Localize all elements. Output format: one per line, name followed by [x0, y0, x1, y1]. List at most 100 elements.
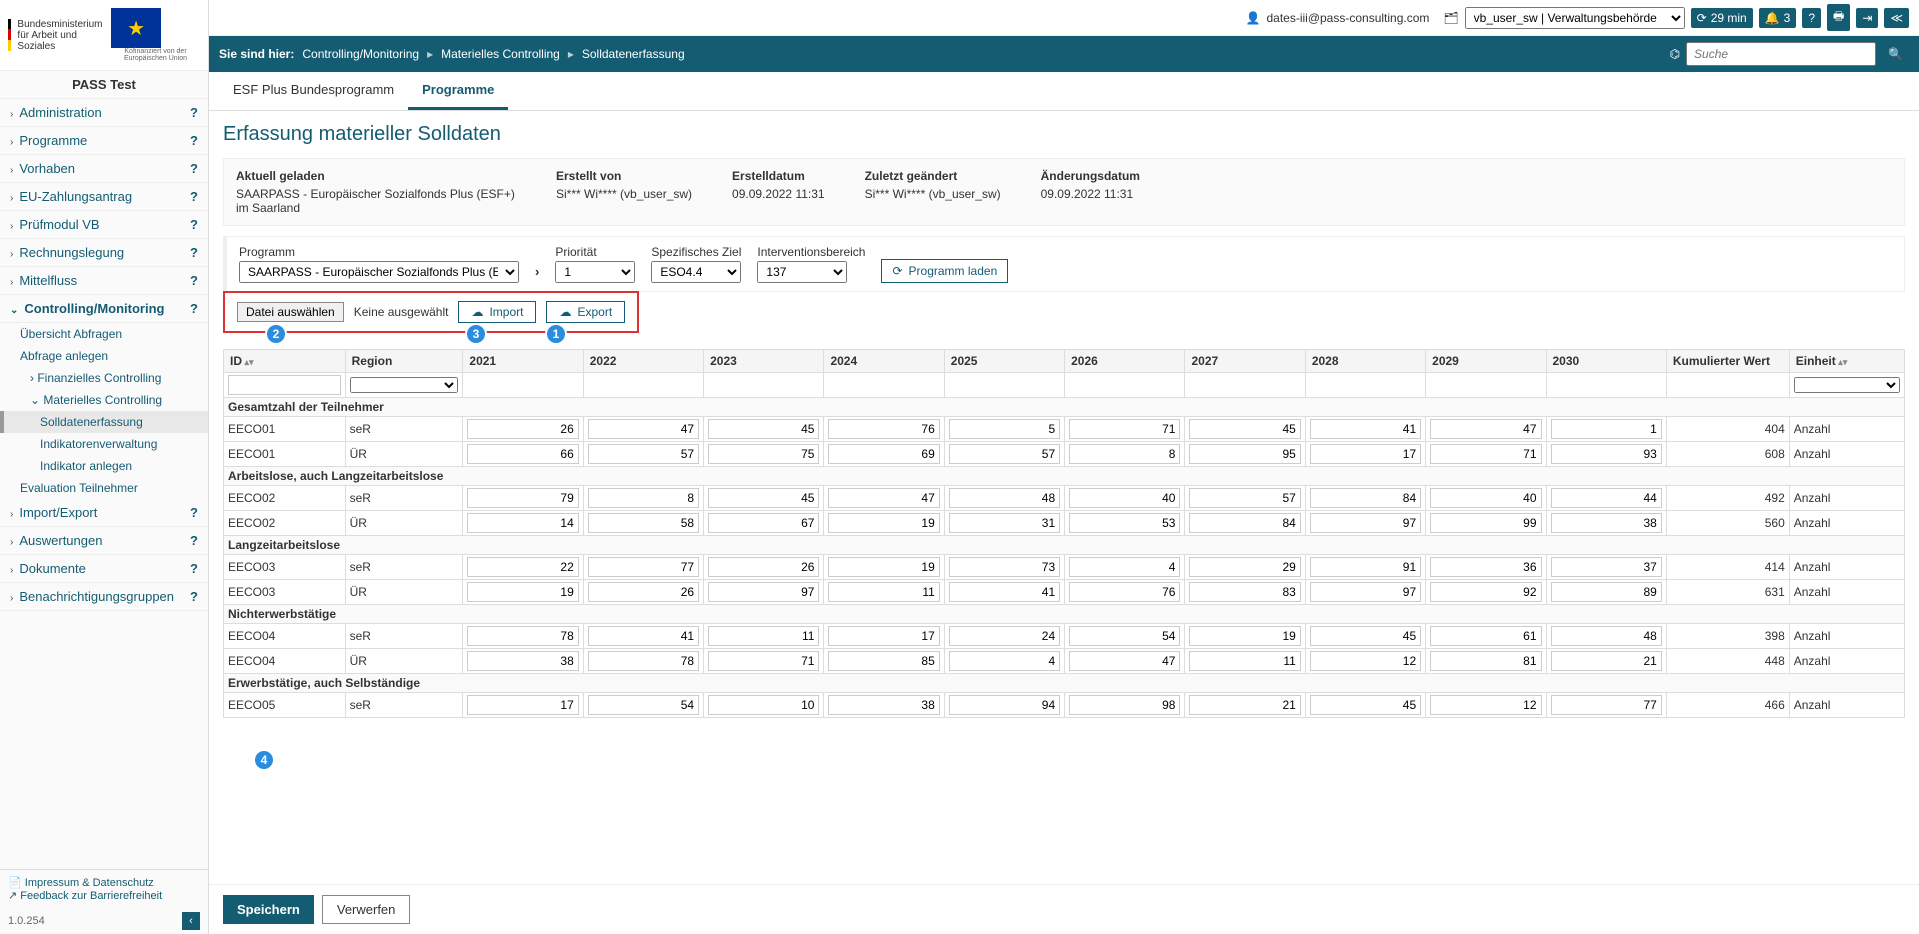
- cell-input-1-0-1[interactable]: [588, 488, 699, 508]
- cell-input-0-0-2[interactable]: [708, 419, 819, 439]
- sub-indverw[interactable]: Indikatorenverwaltung: [0, 433, 208, 455]
- cell-input-0-0-1[interactable]: [588, 419, 699, 439]
- sub-uebersicht[interactable]: Übersicht Abfragen: [0, 323, 208, 345]
- cell-input-0-1-6[interactable]: [1189, 444, 1300, 464]
- cell-input-4-0-9[interactable]: [1551, 695, 1662, 715]
- col-2028[interactable]: 2028: [1305, 350, 1425, 373]
- cell-input-1-1-5[interactable]: [1069, 513, 1180, 533]
- cell-input-0-0-5[interactable]: [1069, 419, 1180, 439]
- cell-input-2-0-1[interactable]: [588, 557, 699, 577]
- search-input[interactable]: [1686, 42, 1876, 66]
- col-region[interactable]: Region: [345, 350, 463, 373]
- cell-input-1-1-9[interactable]: [1551, 513, 1662, 533]
- cell-input-2-0-9[interactable]: [1551, 557, 1662, 577]
- cell-input-0-0-9[interactable]: [1551, 419, 1662, 439]
- cell-input-0-1-2[interactable]: [708, 444, 819, 464]
- help-icon[interactable]: ?: [190, 133, 198, 148]
- cell-input-2-0-3[interactable]: [828, 557, 939, 577]
- prio-select[interactable]: 1: [555, 261, 635, 283]
- cell-input-0-1-9[interactable]: [1551, 444, 1662, 464]
- cell-input-3-1-9[interactable]: [1551, 651, 1662, 671]
- cell-input-2-0-5[interactable]: [1069, 557, 1180, 577]
- cell-input-1-1-0[interactable]: [467, 513, 578, 533]
- nav-item-9[interactable]: ›Auswertungen?: [0, 527, 208, 555]
- cell-input-4-0-0[interactable]: [467, 695, 578, 715]
- cell-input-0-0-4[interactable]: [949, 419, 1060, 439]
- logout-button[interactable]: ⇥: [1856, 8, 1878, 28]
- cell-input-1-0-3[interactable]: [828, 488, 939, 508]
- cell-input-2-0-6[interactable]: [1189, 557, 1300, 577]
- cell-input-2-0-4[interactable]: [949, 557, 1060, 577]
- cell-input-3-1-8[interactable]: [1430, 651, 1541, 671]
- cell-input-0-1-3[interactable]: [828, 444, 939, 464]
- print-button[interactable]: 🖶: [1827, 4, 1850, 31]
- sub-soll[interactable]: Solldatenerfassung: [0, 411, 208, 433]
- nav-item-6[interactable]: ›Mittelfluss?: [0, 267, 208, 295]
- col-2023[interactable]: 2023: [704, 350, 824, 373]
- cell-input-0-0-8[interactable]: [1430, 419, 1541, 439]
- cell-input-3-0-5[interactable]: [1069, 626, 1180, 646]
- cell-input-3-1-1[interactable]: [588, 651, 699, 671]
- load-programm-button[interactable]: ⟳Programm laden: [881, 259, 1008, 283]
- cell-input-3-1-3[interactable]: [828, 651, 939, 671]
- cell-input-2-1-1[interactable]: [588, 582, 699, 602]
- help-icon[interactable]: ?: [190, 217, 198, 232]
- cell-input-2-0-7[interactable]: [1310, 557, 1421, 577]
- cell-input-1-1-3[interactable]: [828, 513, 939, 533]
- col-einheit[interactable]: Einheit: [1789, 350, 1904, 373]
- cell-input-1-0-0[interactable]: [467, 488, 578, 508]
- cell-input-2-1-4[interactable]: [949, 582, 1060, 602]
- nav-item-10[interactable]: ›Dokumente?: [0, 555, 208, 583]
- role-select[interactable]: vb_user_sw | Verwaltungsbehörde: [1465, 7, 1685, 29]
- filter-id[interactable]: [228, 375, 341, 395]
- cell-input-1-1-1[interactable]: [588, 513, 699, 533]
- cell-input-0-1-4[interactable]: [949, 444, 1060, 464]
- cell-input-4-0-5[interactable]: [1069, 695, 1180, 715]
- cell-input-3-0-1[interactable]: [588, 626, 699, 646]
- cell-input-3-1-7[interactable]: [1310, 651, 1421, 671]
- sitemap-icon[interactable]: ⌬: [1670, 47, 1680, 61]
- cell-input-2-1-6[interactable]: [1189, 582, 1300, 602]
- cell-input-4-0-3[interactable]: [828, 695, 939, 715]
- programm-select[interactable]: SAARPASS - Europäischer Sozialfonds Plus…: [239, 261, 519, 283]
- col-kum[interactable]: Kumulierter Wert: [1666, 350, 1789, 373]
- cell-input-3-0-0[interactable]: [467, 626, 578, 646]
- filter-einheit[interactable]: [1794, 377, 1900, 393]
- help-icon[interactable]: ?: [190, 533, 198, 548]
- cell-input-1-0-8[interactable]: [1430, 488, 1541, 508]
- help-icon[interactable]: ?: [190, 561, 198, 576]
- crumb-2[interactable]: Materielles Controlling: [441, 47, 560, 61]
- bereich-select[interactable]: 137: [757, 261, 847, 283]
- nav-item-2[interactable]: ›Vorhaben?: [0, 155, 208, 183]
- choose-file-button[interactable]: Datei auswählen: [237, 302, 344, 322]
- cell-input-1-0-6[interactable]: [1189, 488, 1300, 508]
- nav-item-4[interactable]: ›Prüfmodul VB?: [0, 211, 208, 239]
- cell-input-2-1-0[interactable]: [467, 582, 578, 602]
- nav-item-11[interactable]: ›Benachrichtigungsgruppen?: [0, 583, 208, 611]
- cell-input-3-1-5[interactable]: [1069, 651, 1180, 671]
- cell-input-2-1-5[interactable]: [1069, 582, 1180, 602]
- cell-input-1-0-7[interactable]: [1310, 488, 1421, 508]
- help-icon[interactable]: ?: [190, 105, 198, 120]
- cell-input-1-1-4[interactable]: [949, 513, 1060, 533]
- cell-input-3-0-6[interactable]: [1189, 626, 1300, 646]
- cell-input-1-0-2[interactable]: [708, 488, 819, 508]
- discard-button[interactable]: Verwerfen: [322, 895, 411, 924]
- cell-input-3-0-7[interactable]: [1310, 626, 1421, 646]
- cell-input-4-0-4[interactable]: [949, 695, 1060, 715]
- nav-item-3[interactable]: ›EU-Zahlungsantrag?: [0, 183, 208, 211]
- cell-input-0-0-7[interactable]: [1310, 419, 1421, 439]
- sub-mat[interactable]: ⌄ Materielles Controlling: [0, 389, 208, 411]
- filter-region[interactable]: [350, 377, 459, 393]
- search-button[interactable]: 🔍: [1882, 44, 1909, 64]
- cell-input-4-0-6[interactable]: [1189, 695, 1300, 715]
- cell-input-3-1-4[interactable]: [949, 651, 1060, 671]
- nav-item-0[interactable]: ›Administration?: [0, 99, 208, 127]
- col-2027[interactable]: 2027: [1185, 350, 1305, 373]
- cell-input-3-1-6[interactable]: [1189, 651, 1300, 671]
- tab-esf-plus[interactable]: ESF Plus Bundesprogramm: [219, 72, 408, 110]
- feedback-link[interactable]: ↗ Feedback zur Barrierefreiheit: [8, 889, 200, 902]
- cell-input-4-0-1[interactable]: [588, 695, 699, 715]
- cell-input-2-0-8[interactable]: [1430, 557, 1541, 577]
- cell-input-1-0-9[interactable]: [1551, 488, 1662, 508]
